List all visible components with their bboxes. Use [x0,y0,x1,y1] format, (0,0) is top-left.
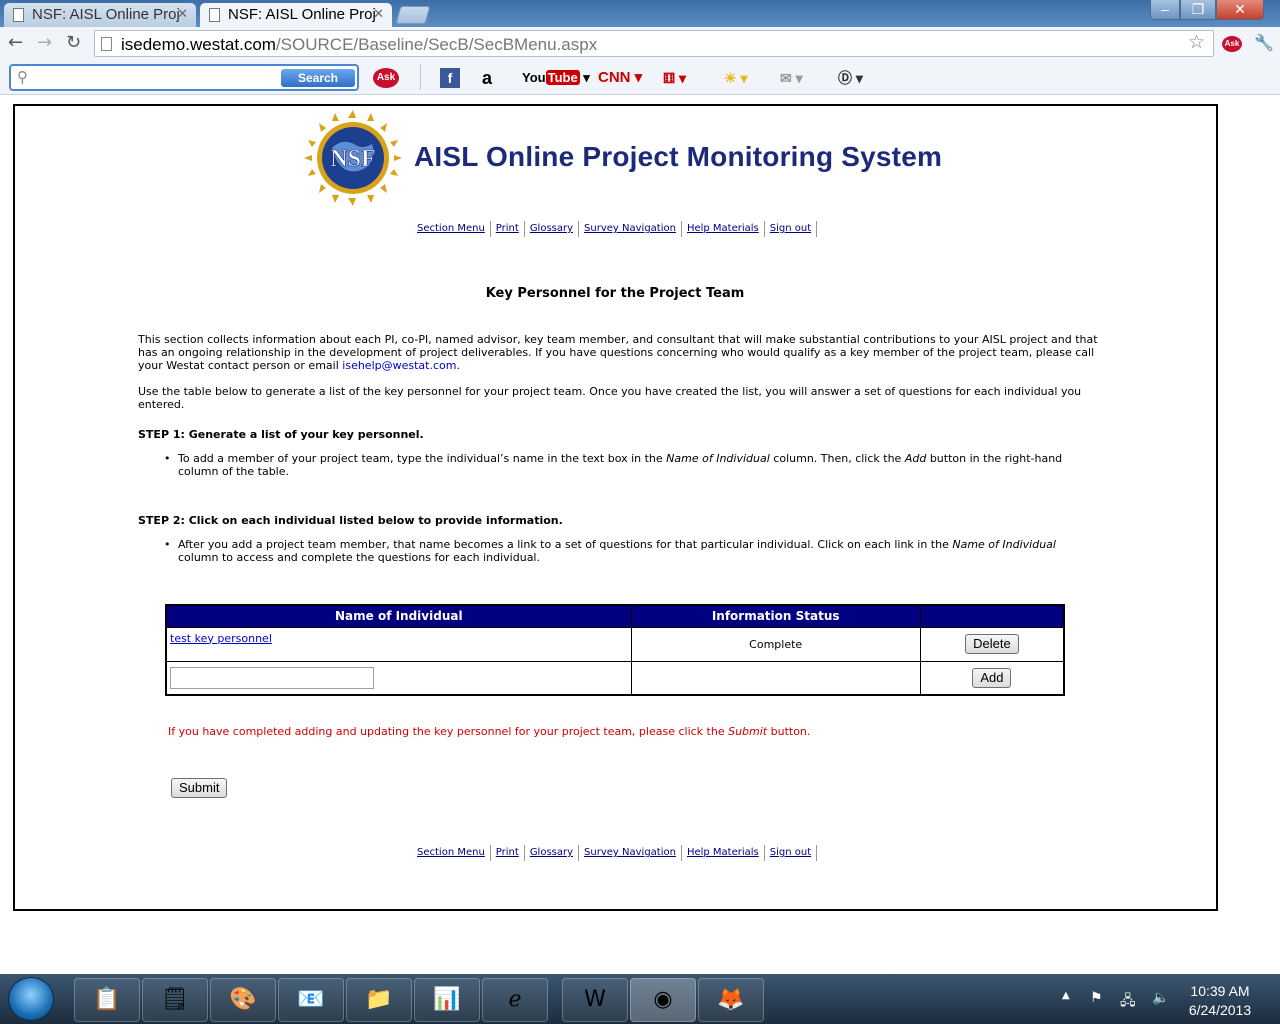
delete-button[interactable]: Delete [965,634,1019,654]
clock-date: 6/24/2013 [1188,1002,1252,1018]
intro-text: This section collects information about … [138,333,1098,372]
ask-search-button[interactable]: Search [281,69,355,87]
taskbar-explorer-icon[interactable]: 📁 [346,978,412,1022]
browser-tab-2[interactable]: NSF: AISL Online Proj ✕ [200,3,392,27]
page-icon [13,8,24,22]
nsf-logo-icon: NSF [304,110,402,206]
column-header-status: Information Status [630,604,921,628]
page-icon [209,8,220,22]
back-icon[interactable]: ← [8,32,23,53]
show-hidden-icons-icon[interactable]: ▲ [1062,990,1070,1001]
table-row-new: Add [165,660,1065,696]
reload-icon[interactable]: ↻ [66,32,81,53]
submit-button[interactable]: Submit [171,778,228,798]
step-2-instruction: After you add a project team member, tha… [160,538,1090,564]
url-path: /SOURCE/Baseline/SecB/SecBMenu.aspx [275,35,598,54]
table-header-row: Name of Individual Information Status [165,604,1065,628]
browser-tab-1[interactable]: NSF: AISL Online Proj ✕ [4,3,196,27]
taskbar-sticky-notes-icon[interactable]: 🗒 [142,978,208,1022]
intro-end: . [456,359,460,372]
print-link[interactable]: Print [491,221,525,237]
tab-label: NSF: AISL Online Proj [32,6,180,23]
name-input-cell [165,660,632,696]
sign-out-link[interactable]: Sign out [765,845,818,861]
sign-out-link[interactable]: Sign out [765,221,818,237]
ask-logo-icon[interactable]: Ask [373,68,399,88]
survey-navigation-link[interactable]: Survey Navigation [579,845,682,861]
add-button[interactable]: Add [972,667,1012,688]
email-link[interactable]: isehelp@westat.com [342,359,456,372]
taskbar-word-icon[interactable]: W [562,978,628,1022]
new-tab-button[interactable] [395,6,431,24]
taskbar-excel-icon[interactable]: 📊 [414,978,480,1022]
action-center-flag-icon[interactable]: ⚑ [1090,990,1103,1006]
intro-paragraph-2: Use the table below to generate a list o… [138,385,1082,411]
glossary-link[interactable]: Glossary [525,845,580,861]
dictionary-icon[interactable]: Ⓓ ▾ [838,68,863,88]
step-1-title: STEP 1: Generate a list of your key pers… [138,428,424,441]
taskbar-chrome-icon[interactable]: ◉ [630,978,696,1022]
volume-icon[interactable]: 🔈 [1152,990,1169,1006]
glossary-link[interactable]: Glossary [525,221,580,237]
column-header-name: Name of Individual [165,604,632,628]
mail-icon[interactable]: ✉ ▾ [780,68,803,88]
section-menu-link[interactable]: Section Menu [412,845,491,861]
start-button[interactable] [8,977,54,1021]
maximize-button[interactable]: ❐ [1180,0,1216,20]
individual-name-input[interactable] [170,666,374,689]
toolbar-separator [420,64,421,90]
search-icon: ⚲ [17,68,28,86]
taskbar-notes-icon[interactable]: 📋 [74,978,140,1022]
action-cell: Delete [919,626,1065,662]
address-bar[interactable]: isedemo.westat.com/SOURCE/Baseline/SecB/… [94,30,1214,57]
close-tab-icon[interactable]: ✕ [177,6,188,22]
submit-instruction: If you have completed adding and updatin… [168,725,811,738]
taskbar-outlook-icon[interactable]: 📧 [278,978,344,1022]
youtube-icon[interactable]: You Tube ▾ [522,68,590,88]
url-host: isedemo.westat.com [121,35,276,54]
facebook-icon[interactable]: f [440,68,460,88]
forward-icon[interactable]: → [37,32,52,53]
help-materials-link[interactable]: Help Materials [682,845,765,861]
close-tab-icon[interactable]: ✕ [373,6,384,22]
amazon-icon[interactable]: a [482,68,492,88]
table-row: test key personnel Complete Delete [165,626,1065,662]
intro-paragraph-1: This section collects information about … [138,333,1098,372]
help-materials-link[interactable]: Help Materials [682,221,765,237]
status-cell: Complete [630,626,921,662]
step-2-title: STEP 2: Click on each individual listed … [138,514,563,527]
taskbar-firefox-icon[interactable]: 🦊 [698,978,764,1022]
minimize-button[interactable]: – [1150,0,1180,20]
top-navigation: Section Menu Print Glossary Survey Navig… [412,221,818,237]
clock-time: 10:39 AM [1190,983,1250,999]
step-1-instruction: To add a member of your project team, ty… [160,452,1090,478]
cnn-icon[interactable]: CNN ▾ [598,68,642,88]
taskbar-ie-icon[interactable]: ℯ [482,978,548,1022]
games-icon[interactable]: ⚅ ▾ [663,68,686,88]
close-window-button[interactable]: ✕ [1216,0,1264,20]
bottom-navigation: Section Menu Print Glossary Survey Navig… [412,845,818,861]
section-menu-link[interactable]: Section Menu [412,221,491,237]
svg-text:NSF: NSF [330,146,375,172]
page-heading: Key Personnel for the Project Team [485,286,745,301]
weather-icon[interactable]: ☀ ▾ [724,68,747,88]
column-header-action [919,604,1065,628]
survey-navigation-link[interactable]: Survey Navigation [579,221,682,237]
tab-label: NSF: AISL Online Proj [228,6,376,23]
site-title: AISL Online Project Monitoring System [414,141,943,172]
ask-extension-icon[interactable]: Ask [1222,36,1242,52]
page-icon [101,37,112,51]
ask-search-box[interactable]: ⚲ Search [9,64,359,91]
action-cell: Add [919,660,1065,696]
individual-name-link[interactable]: test key personnel [167,632,631,645]
network-icon[interactable]: 🖧 [1120,990,1136,1014]
taskbar-paint-icon[interactable]: 🎨 [210,978,276,1022]
status-cell-empty [630,660,921,696]
name-cell: test key personnel [165,626,632,662]
print-link[interactable]: Print [491,845,525,861]
key-personnel-table: Name of Individual Information Status te… [165,604,1065,696]
wrench-menu-icon[interactable]: 🔧 [1254,33,1274,52]
bookmark-star-icon[interactable]: ☆ [1188,31,1205,53]
system-clock[interactable]: 10:39 AM 6/24/2013 [1180,982,1260,1020]
